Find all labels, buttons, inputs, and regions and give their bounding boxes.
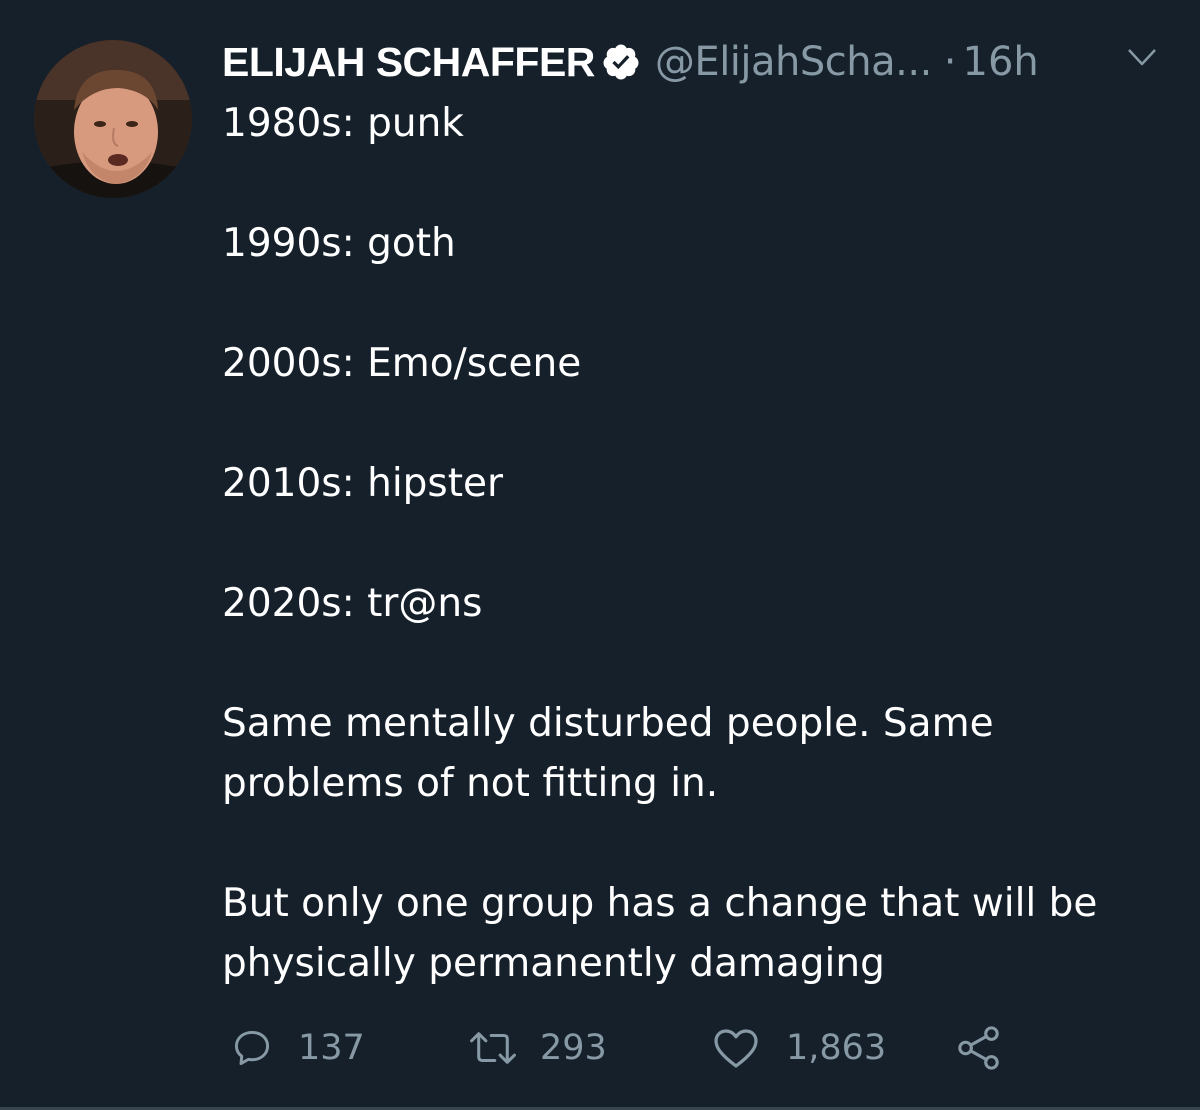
tweet-line: 2020s: tr@ns bbox=[222, 581, 483, 626]
tweet-line: 2000s: Emo/scene bbox=[222, 341, 582, 386]
author-handle[interactable]: @ElijahScha... bbox=[655, 39, 932, 85]
reply-count: 137 bbox=[298, 1028, 365, 1068]
tweet-paragraph: But only one group has a change that wil… bbox=[222, 881, 1098, 986]
reply-button[interactable]: 137 bbox=[230, 1020, 365, 1076]
tweet-line: 1990s: goth bbox=[222, 221, 456, 266]
verified-badge-icon bbox=[601, 42, 641, 82]
retweet-count: 293 bbox=[540, 1028, 607, 1068]
tweet-timestamp[interactable]: 16h bbox=[963, 39, 1039, 85]
heart-icon bbox=[714, 1029, 758, 1068]
avatar-image bbox=[34, 40, 192, 198]
tweet-line: 2010s: hipster bbox=[222, 461, 504, 506]
retweet-button[interactable]: 293 bbox=[468, 1020, 607, 1076]
tweet-text: 1980s: punk 1990s: goth 2000s: Emo/scene… bbox=[222, 94, 1172, 994]
tweet[interactable]: ELIJAH SCHAFFER @ElijahScha... · 16h 198… bbox=[0, 0, 1200, 1110]
like-button[interactable]: 1,863 bbox=[712, 1020, 886, 1076]
avatar[interactable] bbox=[34, 40, 192, 198]
header-separator: · bbox=[943, 39, 957, 85]
like-count: 1,863 bbox=[786, 1028, 887, 1068]
tweet-line: 1980s: punk bbox=[222, 101, 464, 146]
author-display-name[interactable]: ELIJAH SCHAFFER bbox=[222, 39, 595, 86]
tweet-actions: 137 293 1,863 bbox=[222, 1020, 1022, 1076]
tweet-paragraph: Same mentally disturbed people. Same pro… bbox=[222, 701, 994, 806]
share-button[interactable] bbox=[956, 1020, 1002, 1076]
tweet-header: ELIJAH SCHAFFER @ElijahScha... · 16h bbox=[222, 34, 1039, 90]
reply-icon bbox=[234, 1030, 270, 1066]
share-icon bbox=[958, 1026, 999, 1070]
retweet-icon bbox=[470, 1032, 516, 1064]
chevron-down-icon[interactable] bbox=[1126, 46, 1158, 70]
